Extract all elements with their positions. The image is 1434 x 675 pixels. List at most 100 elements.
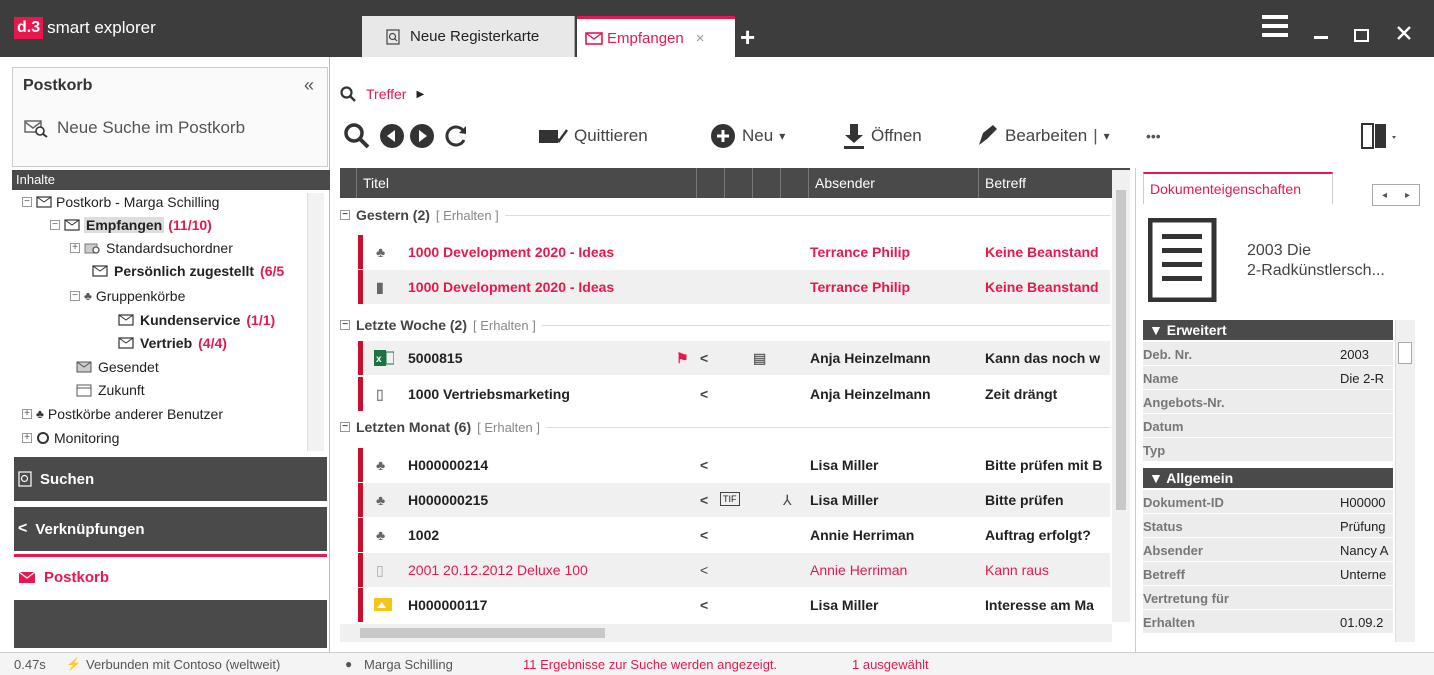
tab-empfangen[interactable]: Empfangen × <box>577 16 735 57</box>
table-row[interactable]: ▮ 1000 Development 2020 - Ideas Terrance… <box>358 270 1110 304</box>
breadcrumb-treffer[interactable]: Treffer <box>366 86 406 102</box>
bearbeiten-button[interactable]: Bearbeiten | ▾ <box>975 118 1110 154</box>
collapse-icon[interactable]: − <box>70 291 80 301</box>
grid-vertical-scrollbar[interactable] <box>1112 170 1130 622</box>
table-row[interactable]: ▯ 1000 Vertriebsmarketing < Anja Heinzel… <box>358 377 1110 411</box>
tree-item-gruppenkoerbe[interactable]: − ♣ Gruppenkörbe <box>70 288 185 304</box>
close-tab-icon[interactable]: × <box>696 30 705 47</box>
logo-prefix: d.3 <box>14 17 44 39</box>
menu-icon[interactable] <box>1262 14 1288 44</box>
minimize-button[interactable] <box>1314 36 1328 39</box>
share-icon[interactable]: < <box>700 341 708 375</box>
tree-item-gesendet[interactable]: Gesendet <box>76 359 159 375</box>
blank-document-icon: ▯ <box>376 562 384 578</box>
search-button[interactable] <box>343 118 371 154</box>
flag-icon[interactable]: ⚑ <box>676 341 689 375</box>
collapse-icon[interactable]: − <box>50 220 60 230</box>
group-letzten-monat[interactable]: − Letzten Monat (6) [ Erhalten ] <box>340 419 1110 435</box>
note-icon[interactable]: ▤ <box>753 341 766 375</box>
expand-icon[interactable]: + <box>70 243 80 253</box>
tree-item-postkorb[interactable]: − Postkorb - Marga Schilling <box>22 194 219 210</box>
prop-row: Betreff Unterne <box>1143 562 1393 586</box>
separator: | <box>1093 126 1098 145</box>
collapse-icon[interactable]: − <box>22 197 32 207</box>
previous-button[interactable] <box>379 118 405 154</box>
group-action[interactable]: [ Erhalten ] <box>477 420 540 435</box>
table-row[interactable]: ♣ H000000215 < TIF ⅄ Lisa Miller Bitte p… <box>358 483 1110 517</box>
new-search-button[interactable]: Neue Suche im Postkorb <box>23 118 245 138</box>
tree-item-empfangen[interactable]: − Empfangen (11/10) <box>50 217 212 233</box>
status-connection: Verbunden mit Contoso (weltweit) <box>86 657 281 672</box>
download-icon <box>844 124 864 149</box>
col-titel[interactable]: Titel <box>356 168 696 198</box>
search-folder-icon <box>84 243 100 254</box>
prop-row: Name Die 2-R <box>1143 366 1393 390</box>
refresh-button[interactable] <box>443 118 469 154</box>
pencil-icon <box>979 125 997 145</box>
sent-mail-icon <box>76 361 92 373</box>
pdf-icon[interactable]: ⅄ <box>783 483 792 517</box>
grid-header: Titel Absender Betreff <box>340 168 1130 198</box>
properties-scrollbar[interactable] <box>1395 320 1415 642</box>
group-action[interactable]: [ Erhalten ] <box>436 208 499 223</box>
tree-item-standardsuchordner[interactable]: + Standardsuchordner <box>70 240 233 256</box>
expand-icon[interactable]: + <box>22 409 32 419</box>
nav-overflow[interactable] <box>14 600 327 648</box>
tab-label: Neue Registerkarte <box>410 28 540 45</box>
table-row[interactable]: H000000117 < Lisa Miller Interesse am Ma <box>358 588 1110 622</box>
tree-item-vertrieb[interactable]: Vertrieb (4/4) <box>118 335 227 351</box>
chevron-right-icon[interactable]: ▸ <box>1405 190 1410 201</box>
next-button[interactable] <box>409 118 435 154</box>
tab-dokumenteigenschaften[interactable]: Dokumenteigenschaften <box>1143 172 1333 204</box>
group-gestern[interactable]: − Gestern (2) [ Erhalten ] <box>340 207 1110 223</box>
table-row[interactable]: ♣ 1002 < Annie Herriman Auftrag erfolgt? <box>358 518 1110 552</box>
group-action[interactable]: [ Erhalten ] <box>473 318 536 333</box>
prop-row: Datum <box>1143 414 1393 438</box>
tree-item-zukunft[interactable]: Zukunft <box>76 382 145 398</box>
status-time: 0.47s <box>14 657 46 672</box>
tree-item-monitoring[interactable]: + Monitoring <box>22 430 119 446</box>
nav-suchen[interactable]: Suchen <box>14 457 327 501</box>
grid-horizontal-scrollbar[interactable] <box>340 624 1112 642</box>
tree-item-andere-benutzer[interactable]: + ♣ Postkörbe anderer Benutzer <box>22 406 223 422</box>
share-icon[interactable]: < <box>700 483 708 517</box>
share-icon[interactable]: < <box>700 518 708 552</box>
collapse-panel-button[interactable]: « <box>304 75 314 96</box>
quittieren-button[interactable]: Quittieren <box>538 118 648 154</box>
oeffnen-button[interactable]: Öffnen <box>843 118 922 154</box>
envelope-icon <box>36 196 52 208</box>
layout-toggle-button[interactable] <box>1361 118 1397 154</box>
tree-item-persoenlich[interactable]: Persönlich zugestellt (6/5 <box>92 263 284 279</box>
table-row[interactable]: x 5000815 ⚑ < ▤ Anja Heinzelmann Kann da… <box>358 341 1110 375</box>
section-erweitert[interactable]: ▼ Erweitert <box>1143 320 1393 340</box>
expand-icon[interactable]: + <box>22 433 32 443</box>
tab-neue-registerkarte[interactable]: Neue Registerkarte <box>362 16 575 57</box>
neu-button[interactable]: Neu ▾ <box>710 118 785 154</box>
nav-verknuepfungen[interactable]: < Verknüpfungen <box>14 507 327 551</box>
tree-item-kundenservice[interactable]: Kundenservice (1/1) <box>118 312 275 328</box>
section-allgemein[interactable]: ▼ Allgemein <box>1143 468 1393 488</box>
share-icon[interactable]: < <box>700 553 708 587</box>
share-icon[interactable]: < <box>700 377 708 411</box>
col-betreff[interactable]: Betreff <box>978 168 1112 198</box>
collapse-icon[interactable]: − <box>340 320 350 330</box>
panel-tab-scroll[interactable]: ◂ ▸ <box>1372 184 1420 206</box>
close-window-button[interactable] <box>1396 25 1412 44</box>
nav-postkorb[interactable]: Postkorb <box>14 554 327 598</box>
chevron-left-icon[interactable]: ◂ <box>1382 190 1387 201</box>
share-icon[interactable]: < <box>700 448 708 482</box>
table-row[interactable]: ♣ 1000 Development 2020 - Ideas Terrance… <box>358 235 1110 269</box>
more-button[interactable]: ••• <box>1146 118 1161 154</box>
chevron-down-icon: ▾ <box>779 129 786 143</box>
maximize-button[interactable] <box>1354 29 1369 42</box>
collapse-icon[interactable]: − <box>340 422 350 432</box>
share-icon[interactable]: < <box>700 588 708 622</box>
col-absender[interactable]: Absender <box>808 168 978 198</box>
new-tab-button[interactable]: + <box>740 24 755 50</box>
table-row[interactable]: ♣ H000000214 < Lisa Miller Bitte prüfen … <box>358 448 1110 482</box>
table-row[interactable]: ▯ 2001 20.12.2012 Deluxe 100 < Annie Her… <box>358 553 1110 587</box>
collapse-icon[interactable]: − <box>340 210 350 220</box>
tree-scrollbar[interactable] <box>307 193 324 451</box>
group-letzte-woche[interactable]: − Letzte Woche (2) [ Erhalten ] <box>340 317 1110 333</box>
chevron-down-icon[interactable]: ▾ <box>1104 129 1110 143</box>
